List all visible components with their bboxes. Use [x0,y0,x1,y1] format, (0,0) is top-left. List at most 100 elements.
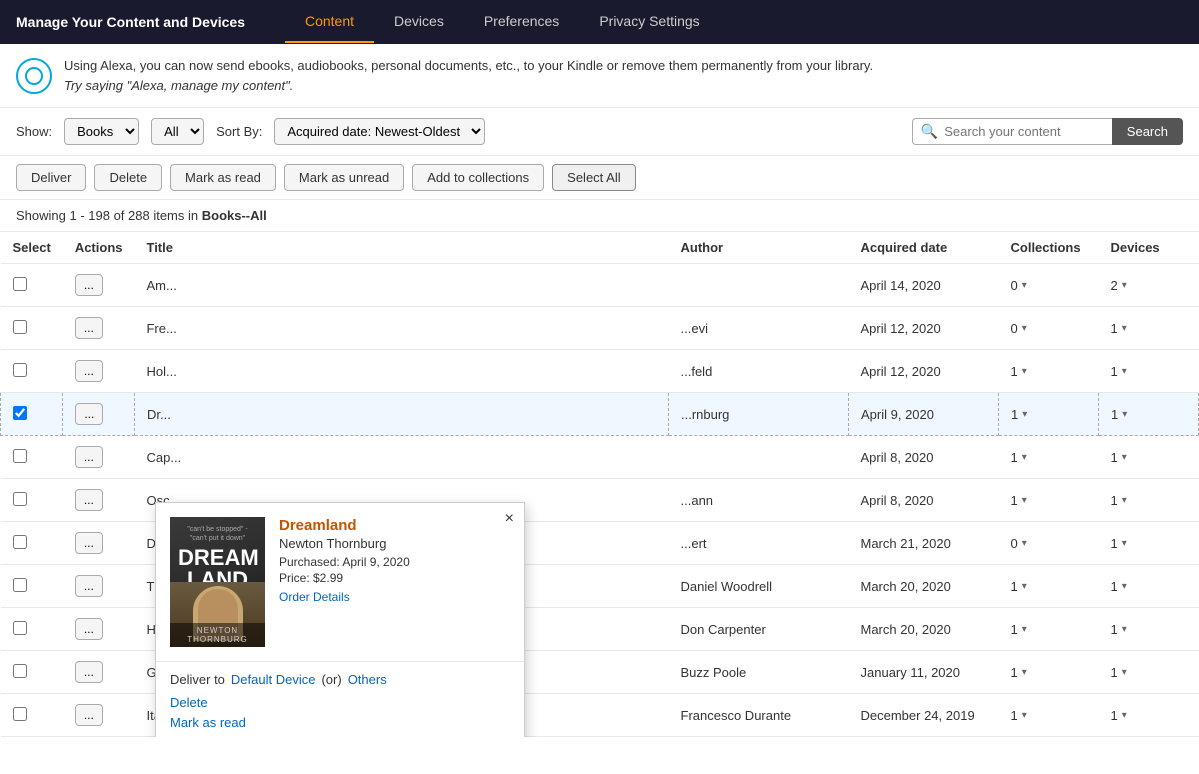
row-author: Don Carpenter [669,608,849,651]
row-date: March 20, 2020 [849,608,999,651]
mark-as-unread-button[interactable]: Mark as unread [284,164,404,191]
row-collections[interactable]: 0 ▾ [1011,278,1027,293]
add-to-collections-button[interactable]: Add to collections [412,164,544,191]
row-author: ...feld [669,350,849,393]
alexa-suggestion: Try saying "Alexa, manage my content". [64,78,293,93]
row-actions-button[interactable]: ... [75,403,103,425]
row-checkbox[interactable] [13,707,27,721]
row-devices[interactable]: 1 ▾ [1111,622,1127,637]
row-actions-button[interactable]: ... [75,489,103,511]
row-actions-button[interactable]: ... [75,704,103,726]
row-author: Francesco Durante [669,694,849,737]
row-actions-button[interactable]: ... [75,317,103,339]
popup-delete-link[interactable]: Delete [170,695,510,710]
tab-content[interactable]: Content [285,1,374,43]
search-area: 🔍 Search [912,118,1183,145]
row-collections[interactable]: 1 ▾ [1011,579,1027,594]
row-actions-button[interactable]: ... [75,661,103,683]
cover-author-text: Newton Thornburg [173,626,262,644]
others-link[interactable]: Others [348,672,387,687]
col-select: Select [1,232,63,264]
row-checkbox[interactable] [13,277,27,291]
row-actions-button[interactable]: ... [75,360,103,382]
row-devices[interactable]: 1 ▾ [1111,665,1127,680]
row-author: ...evi [669,307,849,350]
col-author: Author [669,232,849,264]
deliver-or-text: (or) [321,672,341,687]
row-devices[interactable]: 1 ▾ [1111,708,1127,723]
row-author: ...ann [669,479,849,522]
row-date: April 12, 2020 [849,350,999,393]
show-label: Show: [16,124,52,139]
col-title: Title [134,232,668,264]
filter-select[interactable]: All [151,118,204,145]
delete-button[interactable]: Delete [94,164,162,191]
popup-info: Dreamland Newton Thornburg Purchased: Ap… [279,517,510,647]
search-button[interactable]: Search [1112,118,1183,145]
alexa-description: Using Alexa, you can now send ebooks, au… [64,58,873,73]
tab-devices[interactable]: Devices [374,1,464,43]
search-input[interactable] [944,124,1104,139]
showing-text: Showing 1 - 198 of 288 items in [16,208,202,223]
select-all-button[interactable]: Select All [552,164,635,191]
main-nav-tabs: Content Devices Preferences Privacy Sett… [285,1,720,43]
cover-tagline: "can't be stopped" - "can't put it down" [178,525,257,543]
row-checkbox[interactable] [13,492,27,506]
show-select[interactable]: Books [64,118,139,145]
order-details-link[interactable]: Order Details [279,590,350,604]
row-actions-button[interactable]: ... [75,532,103,554]
row-author [669,436,849,479]
row-collections[interactable]: 0 ▾ [1011,536,1027,551]
row-checkbox[interactable] [13,535,27,549]
row-devices[interactable]: 1 ▾ [1111,321,1127,336]
row-checkbox[interactable] [13,621,27,635]
row-date: April 8, 2020 [849,479,999,522]
row-actions-button[interactable]: ... [75,618,103,640]
sort-select[interactable]: Acquired date: Newest-Oldest [274,118,485,145]
row-devices[interactable]: 1 ▾ [1111,407,1127,422]
popup-mark-as-read-link[interactable]: Mark as read [170,715,510,730]
deliver-to-label: Deliver to [170,672,225,687]
default-device-link[interactable]: Default Device [231,672,316,687]
row-collections[interactable]: 1 ▾ [1011,708,1027,723]
mark-as-read-button[interactable]: Mark as read [170,164,276,191]
row-actions-button[interactable]: ... [75,446,103,468]
popup-price: Price: $2.99 [279,571,510,585]
row-checkbox[interactable] [13,664,27,678]
tab-privacy-settings[interactable]: Privacy Settings [579,1,719,43]
row-devices[interactable]: 1 ▾ [1111,493,1127,508]
row-checkbox[interactable] [13,578,27,592]
row-actions-button[interactable]: ... [75,575,103,597]
row-collections[interactable]: 1 ▾ [1011,622,1027,637]
row-collections[interactable]: 1 ▾ [1011,407,1027,422]
row-actions-button[interactable]: ... [75,274,103,296]
row-devices[interactable]: 2 ▾ [1111,278,1127,293]
popup-actions: Deliver to Default Device (or) Others De… [156,661,524,737]
row-checkbox[interactable] [13,363,27,377]
row-collections[interactable]: 1 ▾ [1011,493,1027,508]
table-row: ... Cap... April 8, 2020 1 ▾ 1 ▾ [1,436,1199,479]
row-collections[interactable]: 1 ▾ [1011,450,1027,465]
row-checkbox[interactable] [13,449,27,463]
row-date: March 21, 2020 [849,522,999,565]
row-devices[interactable]: 1 ▾ [1111,579,1127,594]
table-row: ... Hol... ...feld April 12, 2020 1 ▾ 1 … [1,350,1199,393]
row-checkbox[interactable] [13,320,27,334]
row-collections[interactable]: 0 ▾ [1011,321,1027,336]
row-devices[interactable]: 1 ▾ [1111,450,1127,465]
sort-label: Sort By: [216,124,262,139]
row-collections[interactable]: 1 ▾ [1011,665,1027,680]
controls-row: Show: Books All Sort By: Acquired date: … [0,108,1199,156]
page-title: Manage Your Content and Devices [16,14,245,30]
row-checkbox[interactable] [13,406,27,420]
popup-download-transfer-link[interactable]: Download & transfer via USB [170,735,510,737]
deliver-button[interactable]: Deliver [16,164,86,191]
row-devices[interactable]: 1 ▾ [1111,536,1127,551]
row-devices[interactable]: 1 ▾ [1111,364,1127,379]
row-author: ...ert [669,522,849,565]
row-collections[interactable]: 1 ▾ [1011,364,1027,379]
tab-preferences[interactable]: Preferences [464,1,579,43]
popup-book-author: Newton Thornburg [279,536,510,551]
popup-close-button[interactable]: × [505,511,514,527]
col-acquired-date: Acquired date [849,232,999,264]
